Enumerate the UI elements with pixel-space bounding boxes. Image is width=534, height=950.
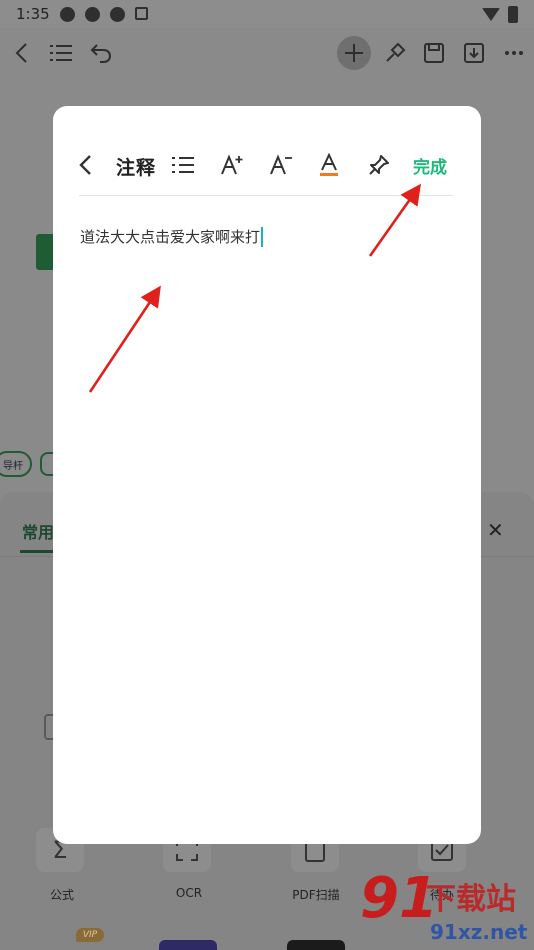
battery-icon <box>508 6 518 23</box>
notification-icon <box>85 7 100 22</box>
notification-icon <box>60 7 75 22</box>
annotation-text: 道法大大点击爱大家啊来打 <box>80 228 261 246</box>
mind-map-node-pill[interactable]: 导杆 <box>0 451 32 477</box>
tool-label-ocr: OCR <box>175 886 203 900</box>
template-thumbnail[interactable] <box>287 940 345 950</box>
tool-label-pdf-scan: PDF扫描 <box>292 888 340 902</box>
notification-icon <box>135 7 148 20</box>
outline-list-icon[interactable] <box>46 38 76 68</box>
tab-common[interactable]: 常用 <box>22 519 54 543</box>
undo-icon[interactable] <box>86 38 116 68</box>
watermark-text: 下载站 <box>426 882 516 917</box>
annotation-dialog: 注释 完成 道法大大点击爱大家啊来打 <box>53 106 481 844</box>
watermark-logo: 91 下载站 91xz.net <box>360 866 534 950</box>
more-icon[interactable] <box>499 38 529 68</box>
format-brush-icon[interactable] <box>380 38 410 68</box>
numbered-list-icon[interactable] <box>171 150 195 180</box>
pin-icon[interactable] <box>367 150 391 180</box>
text-color-icon[interactable] <box>317 150 341 180</box>
vip-badge: VIP <box>76 928 104 942</box>
status-bar: 1:35 <box>0 0 534 28</box>
annotation-toolbar: 注释 完成 <box>53 106 481 196</box>
status-notification-icons <box>60 7 148 22</box>
status-system-icons <box>482 6 518 23</box>
annotation-text-input[interactable]: 道法大大点击爱大家啊来打 <box>80 226 264 247</box>
dialog-title: 注释 <box>116 157 157 179</box>
status-time: 1:35 <box>16 5 50 23</box>
back-icon[interactable] <box>73 150 97 180</box>
close-icon[interactable]: ✕ <box>487 518 504 542</box>
add-node-icon[interactable] <box>337 36 371 70</box>
app-toolbar <box>0 28 534 80</box>
toolbar-divider <box>79 195 453 196</box>
font-size-increase-icon[interactable] <box>219 150 245 180</box>
wifi-icon <box>482 8 500 21</box>
notification-icon <box>110 7 125 22</box>
mind-map-brace <box>40 452 54 476</box>
save-icon[interactable] <box>419 38 449 68</box>
done-button[interactable]: 完成 <box>413 153 447 178</box>
tab-underline <box>20 550 54 553</box>
export-icon[interactable] <box>459 38 489 68</box>
template-thumbnail[interactable] <box>159 940 217 950</box>
watermark-url: 91xz.net <box>430 920 528 944</box>
tool-label-formula: 公式 <box>49 888 74 902</box>
back-icon[interactable] <box>6 38 36 68</box>
text-cursor <box>261 226 264 247</box>
font-size-decrease-icon[interactable] <box>268 150 294 180</box>
